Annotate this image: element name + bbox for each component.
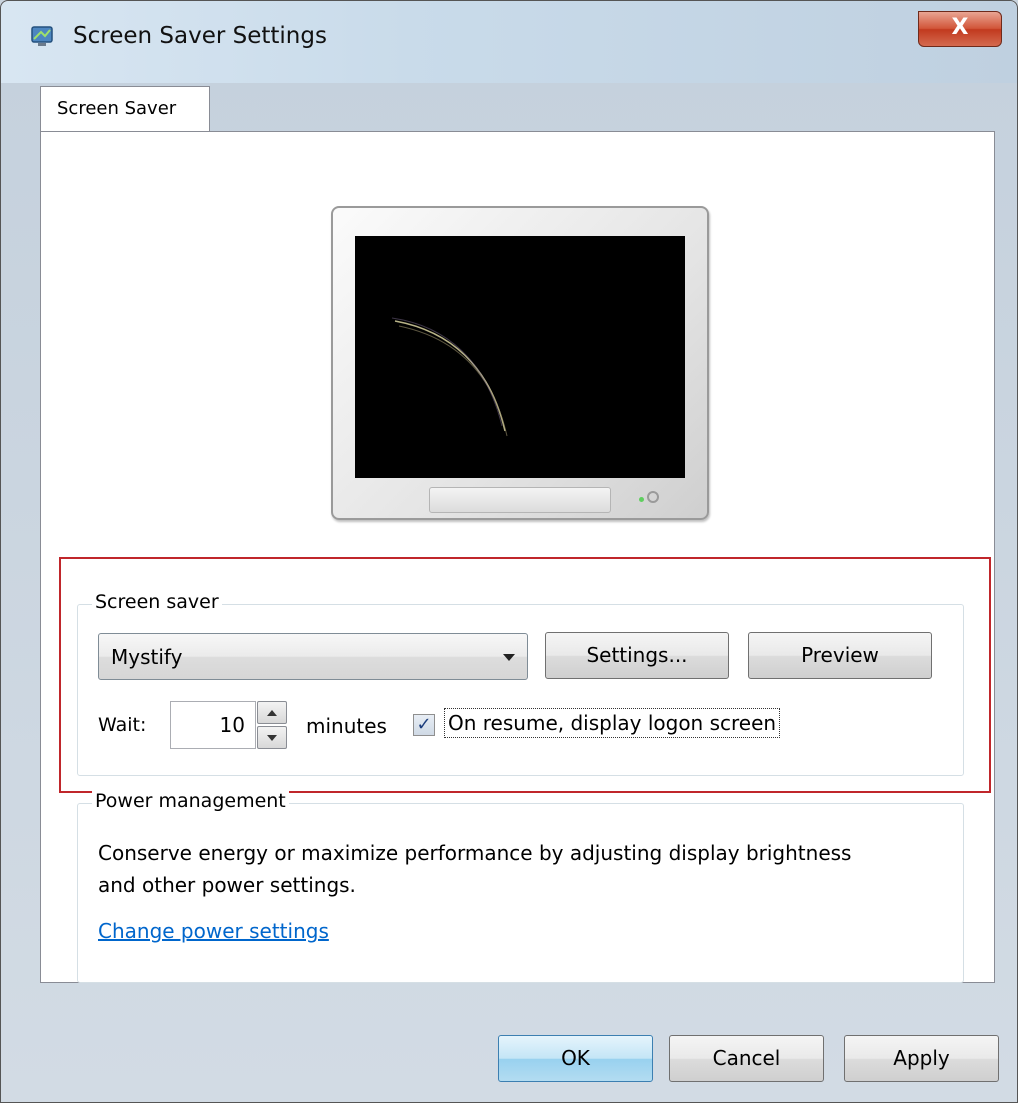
spin-up-button[interactable] (257, 701, 287, 724)
power-management-group-label: Power management (92, 790, 289, 812)
minutes-label: minutes (306, 714, 387, 738)
settings-button-label: Settings... (586, 643, 688, 667)
power-button-icon (647, 491, 659, 503)
power-led-icon (639, 497, 644, 502)
close-icon: X (951, 15, 969, 40)
settings-button[interactable]: Settings... (545, 632, 729, 679)
tab-screen-saver[interactable]: Screen Saver (40, 86, 210, 132)
title-bar[interactable]: Screen Saver Settings X (1, 1, 1017, 83)
resume-logon-checkbox[interactable]: ✓ (413, 714, 435, 736)
selected-screen-saver: Mystify (111, 645, 183, 669)
resume-logon-label[interactable]: On resume, display logon screen (444, 708, 781, 738)
dialog-window: Screen Saver Settings X Screen Saver Scr… (0, 0, 1018, 1103)
chevron-down-icon (503, 654, 515, 661)
spin-down-button[interactable] (257, 726, 287, 749)
close-button[interactable]: X (918, 11, 1002, 47)
preview-screen (355, 236, 685, 478)
screen-saver-app-icon (31, 26, 53, 46)
mystify-preview-image (391, 317, 508, 437)
screen-saver-group-label: Screen saver (92, 591, 222, 613)
arrow-down-icon (267, 735, 277, 741)
cancel-button-label: Cancel (712, 1046, 781, 1070)
monitor-preview (331, 206, 709, 520)
screen-saver-dropdown[interactable]: Mystify (98, 633, 528, 680)
cancel-button[interactable]: Cancel (669, 1035, 824, 1082)
apply-button[interactable]: Apply (844, 1035, 999, 1082)
change-power-settings-link[interactable]: Change power settings (98, 919, 329, 943)
screen-saver-legend-text: Screen saver (95, 591, 219, 613)
wait-spinner (257, 701, 287, 749)
checkmark-icon: ✓ (416, 714, 432, 735)
apply-button-label: Apply (893, 1046, 950, 1070)
wait-minutes-input[interactable]: 10 (170, 701, 256, 749)
power-management-legend-text: Power management (95, 790, 286, 812)
window-title: Screen Saver Settings (73, 23, 327, 49)
screen-saver-groupbox (77, 604, 964, 776)
arrow-up-icon (267, 710, 277, 716)
wait-label: Wait: (98, 714, 147, 736)
preview-button[interactable]: Preview (748, 632, 932, 679)
preview-button-label: Preview (801, 643, 879, 667)
ok-button-label: OK (561, 1046, 590, 1070)
ok-button[interactable]: OK (498, 1035, 653, 1082)
monitor-base-slot (429, 487, 611, 513)
power-description: Conserve energy or maximize performance … (98, 841, 852, 897)
